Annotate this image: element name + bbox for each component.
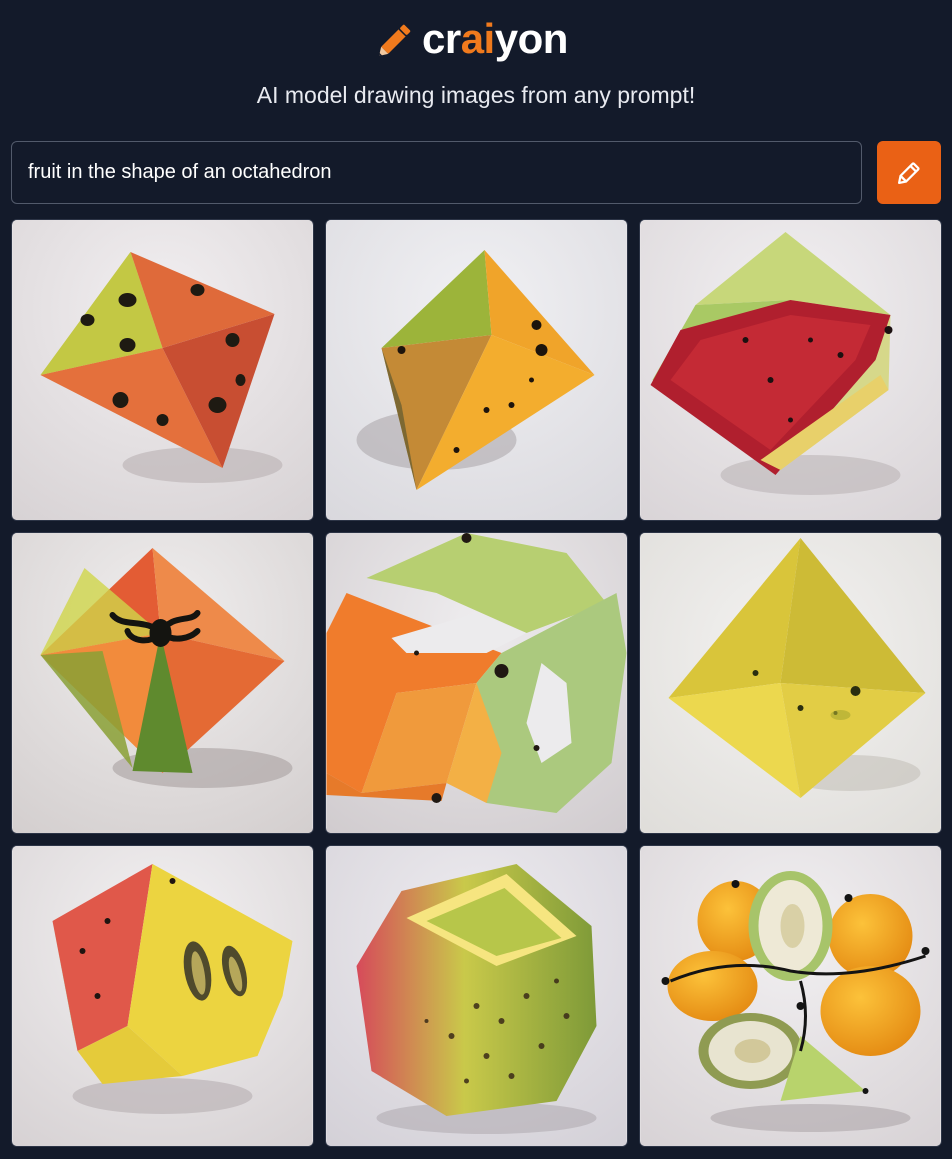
result-image-3[interactable] [639,219,942,521]
draw-button[interactable] [877,141,941,204]
result-image-4[interactable] [11,532,314,834]
result-image-6[interactable] [639,532,942,834]
fruit-image [640,846,941,1146]
result-image-7[interactable] [11,845,314,1147]
fruit-image [12,220,313,520]
result-image-9[interactable] [639,845,942,1147]
fruit-image [12,846,313,1146]
craiyon-logo[interactable]: craiyon [374,14,568,64]
result-image-5[interactable] [325,532,628,834]
fruit-image [326,220,627,520]
pencil-icon [898,161,920,184]
result-image-2[interactable] [325,219,628,521]
pencil-logo-icon [379,24,411,56]
result-image-1[interactable] [11,219,314,521]
fruit-image [640,533,941,833]
logo-text: craiyon [422,15,568,62]
fruit-image [640,220,941,520]
fruit-image [326,533,627,833]
header: craiyon AI model drawing images from any… [0,0,952,130]
prompt-field[interactable] [11,141,862,204]
results-grid [11,219,942,1148]
prompt-input[interactable] [28,161,845,184]
tagline: AI model drawing images from any prompt! [256,82,696,108]
fruit-image [326,846,627,1146]
fruit-image [12,533,313,833]
result-image-8[interactable] [325,845,628,1147]
